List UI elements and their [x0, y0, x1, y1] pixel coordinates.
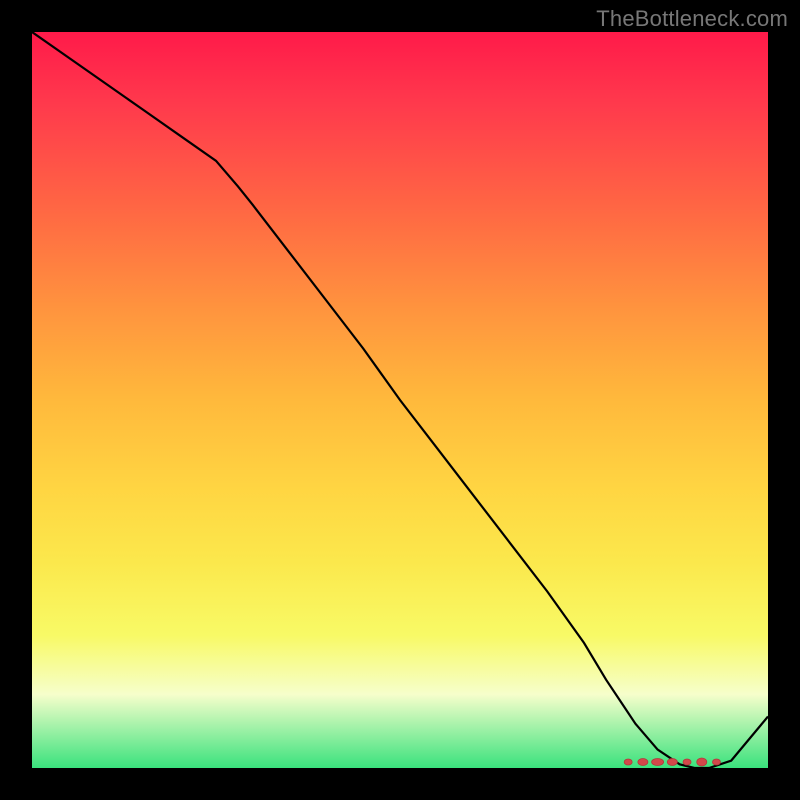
watermark-text: TheBottleneck.com	[596, 6, 788, 32]
optimal-markers	[624, 758, 720, 766]
chart-container: TheBottleneck.com	[0, 0, 800, 800]
bottleneck-curve	[32, 32, 768, 768]
plot-svg	[32, 32, 768, 768]
